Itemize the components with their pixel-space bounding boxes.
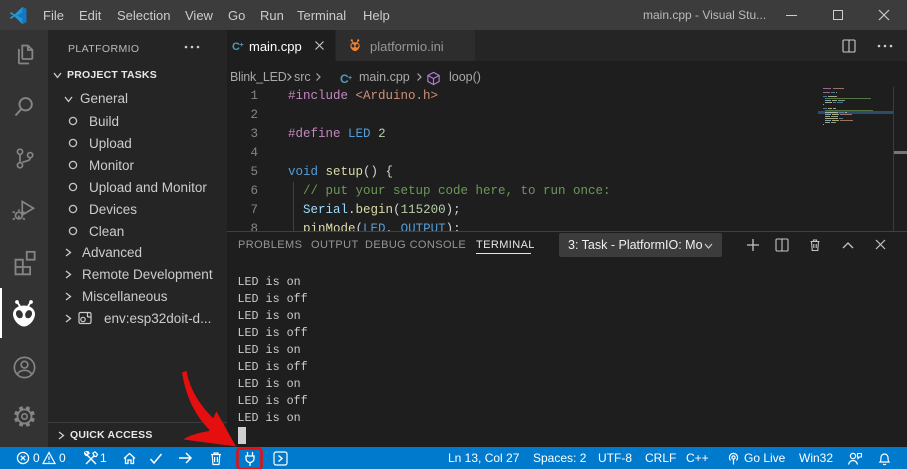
svg-text:+: + (240, 42, 244, 49)
svg-text:+: + (348, 75, 352, 82)
